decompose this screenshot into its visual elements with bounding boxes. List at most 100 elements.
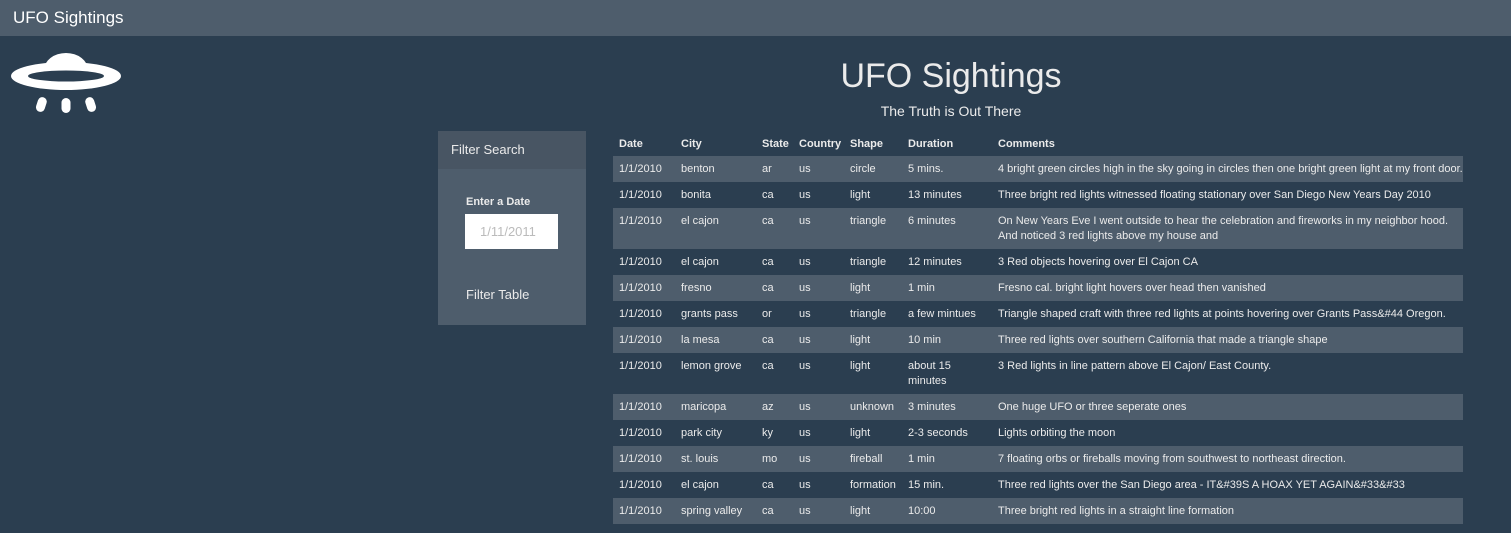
cell-city: benton (681, 163, 715, 175)
cell-duration: 13 minutes (908, 189, 962, 201)
table-row: 1/1/2010 park city ky us light 2-3 seconds Lig… (613, 420, 1463, 446)
cell-state: ca (762, 282, 774, 294)
table-body: 1/1/2010 benton ar us circle 5 mins. 4 bright … (613, 156, 1463, 524)
cell-city: st. louis (681, 453, 719, 465)
cell-comments: Fresno cal. bright light hovers over hea… (998, 282, 1266, 294)
cell-shape: triangle (850, 256, 887, 268)
column-header-shape: Shape (850, 137, 884, 150)
date-filter-label: Enter a Date (466, 196, 531, 208)
cell-city: fresno (681, 282, 712, 294)
cell-duration: 5 mins. (908, 163, 944, 175)
cell-state: az (762, 401, 774, 413)
cell-duration: a few mintues (908, 308, 976, 320)
cell-date: 1/1/2010 (619, 360, 662, 372)
cell-country: us (799, 453, 811, 465)
page-subtitle: The Truth is Out There (880, 103, 1022, 119)
cell-date: 1/1/2010 (619, 189, 662, 201)
cell-comments: Three red lights over the San Diego area… (998, 479, 1405, 491)
cell-duration: 12 minutes (908, 256, 962, 268)
column-header-state: State (762, 137, 789, 150)
cell-country: us (799, 308, 811, 320)
cell-comments: 3 Red objects hovering over El Cajon CA (998, 256, 1198, 268)
table-row: 1/1/2010 bonita ca us light 13 minutes Three b… (613, 182, 1463, 208)
cell-comments: Lights orbiting the moon (998, 427, 1116, 439)
cell-date: 1/1/2010 (619, 308, 662, 320)
cell-shape: light (850, 360, 871, 372)
cell-city: park city (681, 427, 722, 439)
cell-comments: On New Years Eve I went outside to hear … (998, 215, 1449, 242)
cell-state: ca (762, 505, 774, 517)
cell-duration: 6 minutes (908, 215, 956, 227)
cell-comments: One huge UFO or three seperate ones (998, 401, 1187, 413)
cell-shape: unknown (850, 401, 895, 413)
cell-state: ky (762, 427, 773, 439)
page-title: UFO Sightings (840, 57, 1062, 95)
table-row: 1/1/2010 fresno ca us light 1 min Fresno cal. … (613, 275, 1463, 301)
cell-shape: fireball (850, 453, 883, 465)
cell-state: ca (762, 334, 774, 346)
cell-comments: 4 bright green circles high in the sky g… (998, 163, 1463, 175)
column-header-country: Country (799, 137, 842, 150)
cell-shape: formation (850, 479, 896, 491)
cell-duration: 3 minutes (908, 401, 956, 413)
cell-country: us (799, 215, 811, 227)
cell-date: 1/1/2010 (619, 427, 662, 439)
table-row: 1/1/2010 la mesa ca us light 10 min Three red … (613, 327, 1463, 353)
cell-city: el cajon (681, 479, 719, 491)
cell-state: ca (762, 360, 774, 372)
table-row: 1/1/2010 grants pass or us triangle a few min… (613, 301, 1463, 327)
cell-state: ca (762, 479, 774, 491)
cell-duration: 10 min (908, 334, 942, 346)
column-header-date: Date (619, 137, 643, 150)
table-row: 1/1/2010 lemon grove ca us light about 15 min… (613, 353, 1463, 394)
cell-date: 1/1/2010 (619, 163, 662, 175)
cell-comments: 3 Red lights in line pattern above El Ca… (998, 360, 1272, 372)
column-header-city: City (681, 137, 702, 150)
cell-date: 1/1/2010 (619, 256, 662, 268)
cell-date: 1/1/2010 (619, 505, 662, 517)
cell-date: 1/1/2010 (619, 453, 662, 465)
cell-city: bonita (681, 189, 711, 201)
cell-duration: 1 min (908, 282, 935, 294)
cell-country: us (799, 360, 811, 372)
filter-panel: Filter Search Enter a Date Filter Table (438, 131, 586, 325)
ufo-icon (11, 53, 121, 113)
cell-shape: triangle (850, 308, 887, 320)
cell-shape: light (850, 427, 871, 439)
cell-date: 1/1/2010 (619, 479, 662, 491)
table-row: 1/1/2010 el cajon ca us formation 15 min. Thre… (613, 472, 1463, 498)
cell-shape: circle (850, 163, 876, 175)
filter-table-button[interactable]: Filter Table (458, 283, 558, 305)
cell-shape: light (850, 505, 871, 517)
cell-duration: about 15 minutes (908, 360, 951, 387)
cell-state: ca (762, 215, 774, 227)
cell-state: ca (762, 256, 774, 268)
cell-city: lemon grove (681, 360, 742, 372)
cell-date: 1/1/2010 (619, 282, 662, 294)
cell-city: spring valley (681, 505, 743, 517)
cell-comments: Three bright red lights in a straight li… (998, 505, 1235, 517)
table-row: 1/1/2010 el cajon ca us triangle 12 minutes 3 … (613, 249, 1463, 275)
date-filter-input[interactable] (465, 214, 558, 249)
cell-duration: 1 min (908, 453, 935, 465)
cell-state: or (762, 308, 772, 320)
cell-country: us (799, 479, 811, 491)
cell-country: us (799, 256, 811, 268)
ufo-table-container: Date City State Country Shape Duration C… (613, 131, 1463, 524)
cell-shape: triangle (850, 215, 887, 227)
cell-shape: light (850, 282, 871, 294)
cell-comments: Three red lights over southern Californi… (998, 334, 1328, 346)
cell-city: maricopa (681, 401, 727, 413)
cell-date: 1/1/2010 (619, 215, 662, 227)
ufo-table: Date City State Country Shape Duration C… (613, 131, 1463, 524)
cell-country: us (799, 189, 811, 201)
table-row: 1/1/2010 st. louis mo us fireball 1 min 7 floa… (613, 446, 1463, 472)
cell-city: grants pass (681, 308, 738, 320)
navbar: UFO Sightings (0, 0, 1511, 36)
cell-duration: 2-3 seconds (908, 427, 968, 439)
navbar-brand[interactable]: UFO Sightings (13, 8, 124, 28)
cell-city: la mesa (681, 334, 720, 346)
cell-city: el cajon (681, 256, 719, 268)
cell-country: us (799, 427, 811, 439)
cell-duration: 15 min. (908, 479, 945, 491)
